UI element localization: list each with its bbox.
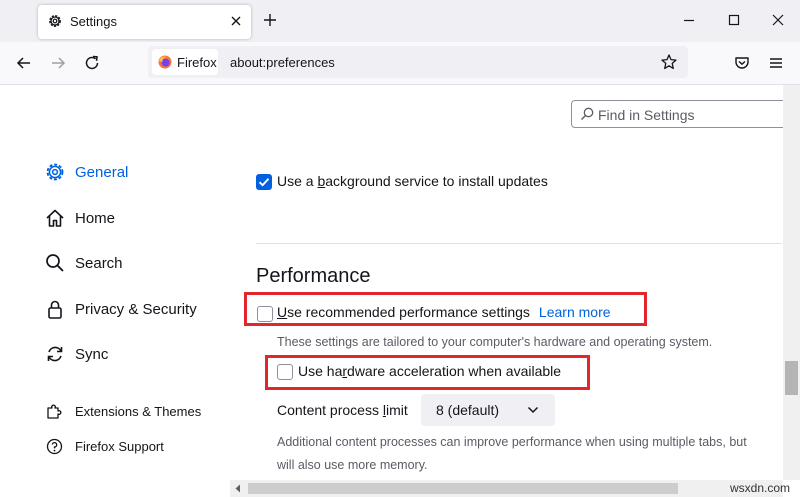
sidebar-item-general[interactable]: General [44,159,128,185]
bookmark-star-icon[interactable] [660,53,678,71]
gear-icon [46,163,64,181]
url-text[interactable]: about:preferences [230,55,335,70]
sidebar-item-label: Privacy & Security [75,300,197,318]
section-divider [256,243,782,244]
preferences-page: General Home Search Privacy & Security S… [0,85,791,480]
content-process-hint-line-1: Additional content processes can improve… [277,435,747,449]
sidebar-item-search[interactable]: Search [44,250,123,276]
find-in-settings-box[interactable] [571,100,791,128]
content-process-limit-label: Content process limit [277,402,408,418]
puzzle-icon [47,404,62,419]
chevron-down-icon [527,406,539,414]
background-updates-label[interactable]: Use a background service to install upda… [277,173,548,189]
close-icon[interactable] [229,14,243,28]
horizontal-scrollbar[interactable] [230,480,783,497]
help-icon [46,438,63,454]
firefox-logo-icon [158,55,172,69]
identity-box[interactable]: Firefox [152,49,218,75]
vertical-scrollbar[interactable] [783,85,800,480]
minimize-icon[interactable] [680,11,698,29]
pocket-icon[interactable] [732,53,752,73]
content-process-hint-line-2: will also use more memory. [277,458,428,472]
identity-label: Firefox [177,55,217,70]
sidebar-item-extensions-themes[interactable]: Extensions & Themes [44,398,201,424]
performance-heading: Performance [256,265,371,287]
sidebar-item-label: General [75,163,129,181]
window-close-icon[interactable] [769,11,787,29]
tab-settings[interactable]: Settings [38,5,251,39]
sidebar-item-label: Firefox Support [75,438,164,454]
forward-arrow-icon[interactable] [48,53,68,73]
vertical-scrollbar-thumb[interactable] [785,361,798,395]
background-updates-checkbox[interactable] [256,174,272,190]
sidebar-item-sync[interactable]: Sync [44,341,108,367]
home-icon [46,209,64,227]
recommended-hint: These settings are tailored to your comp… [277,335,713,349]
address-bar[interactable]: Firefox about:preferences [148,46,688,78]
sidebar-bottom-area [0,480,230,497]
sidebar-item-label: Sync [75,345,109,363]
horizontal-scrollbar-thumb[interactable] [248,483,678,494]
highlight-box-hardware-acceleration [265,355,590,390]
tab-strip: Settings [0,0,800,42]
sidebar-item-firefox-support[interactable]: Firefox Support [44,433,164,459]
find-in-settings-input[interactable] [596,104,780,126]
lock-icon [48,300,62,319]
sidebar-item-label: Search [75,254,123,272]
new-tab-plus-icon[interactable] [262,12,278,28]
menu-hamburger-icon[interactable] [766,53,786,73]
scroll-left-arrow-icon[interactable] [234,484,242,493]
gear-icon [49,15,61,27]
sidebar-item-label: Extensions & Themes [75,403,202,419]
search-icon [46,254,64,272]
back-arrow-icon[interactable] [14,53,34,73]
checkmark-icon [258,178,270,187]
sync-icon [47,346,63,362]
sidebar-item-label: Home [75,209,116,227]
tab-title: Settings [70,14,117,29]
content-process-limit-select[interactable]: 8 (default) [421,394,555,426]
highlight-box-recommended [244,292,647,326]
sidebar-item-home[interactable]: Home [44,205,115,231]
navigation-toolbar: Firefox about:preferences [0,42,800,85]
maximize-icon[interactable] [725,11,743,29]
watermark-text: wsxdn.com [730,481,791,495]
content-process-limit-value: 8 (default) [436,402,500,418]
reload-icon[interactable] [82,53,102,73]
search-icon [581,107,594,120]
sidebar-item-privacy-security[interactable]: Privacy & Security [44,296,197,322]
